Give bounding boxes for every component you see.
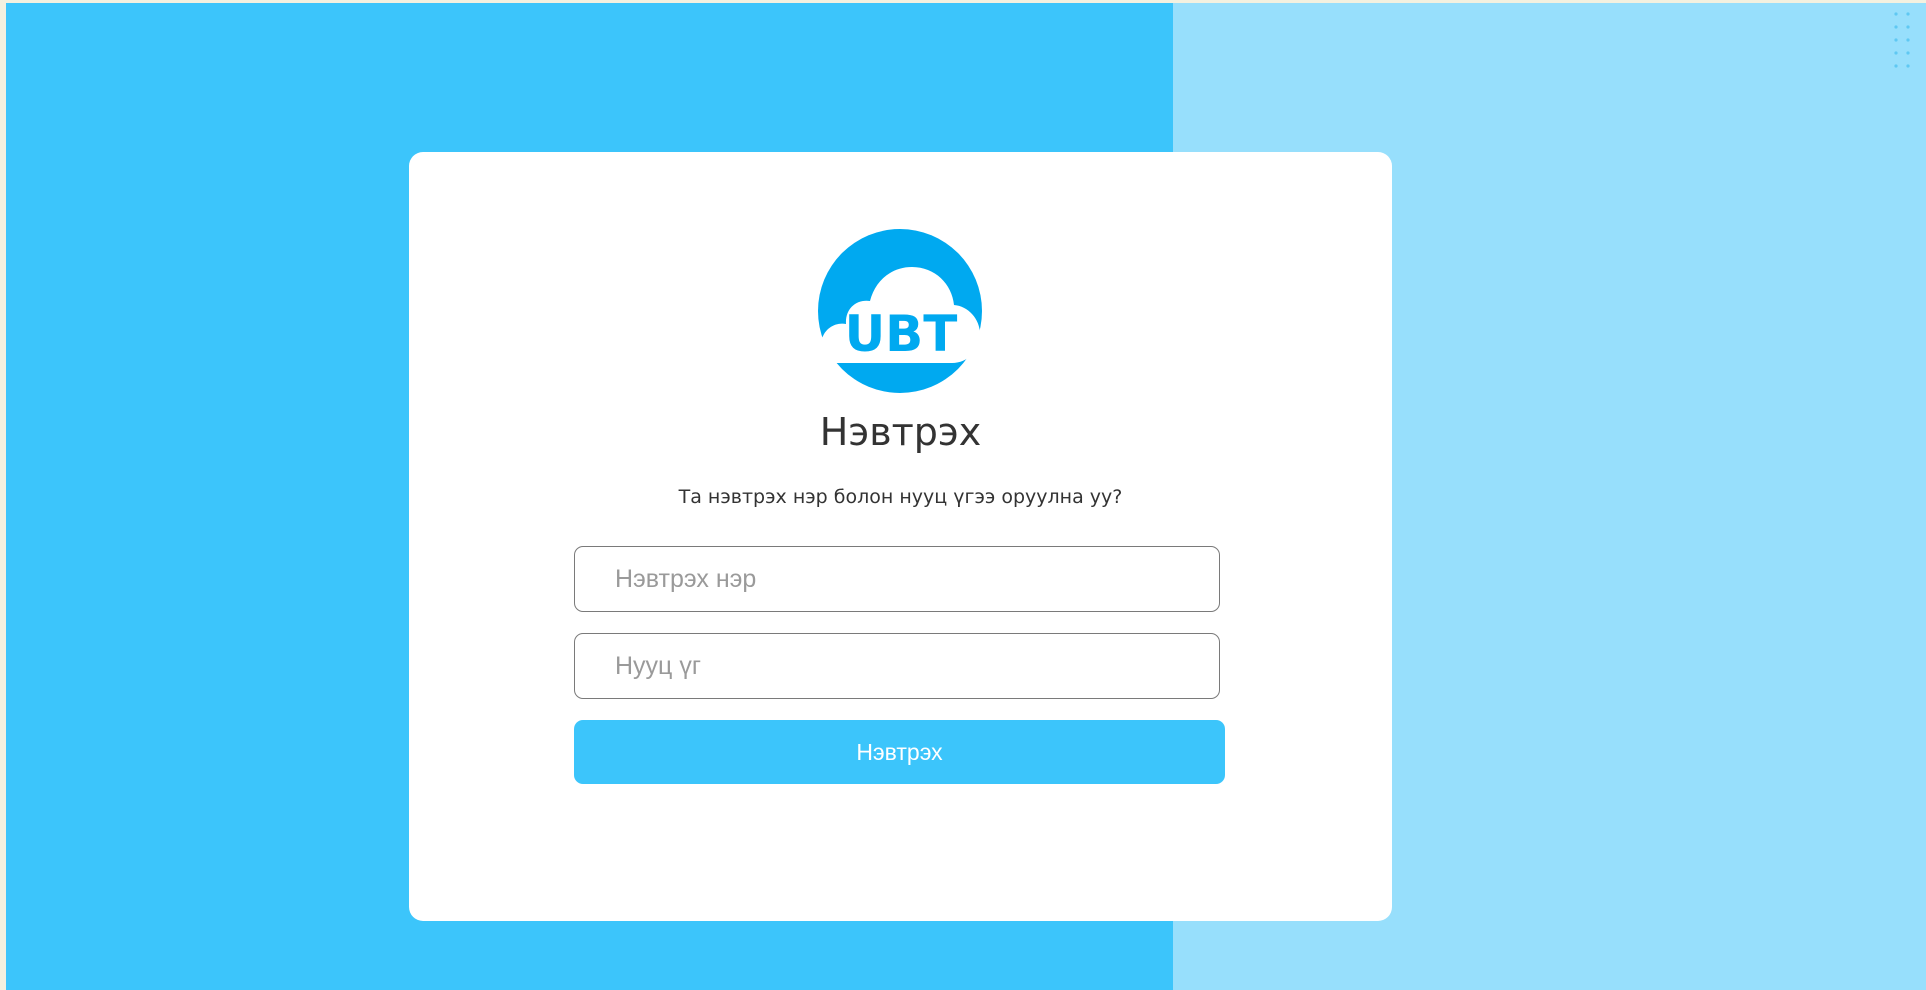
password-input[interactable]: [574, 633, 1220, 699]
page-title: Нэвтрэх: [819, 410, 982, 454]
login-card: UBT Нэвтрэх Та нэвтрэх нэр болон нууц үг…: [409, 152, 1392, 921]
login-page: UBT Нэвтрэх Та нэвтрэх нэр болон нууц үг…: [0, 0, 1926, 990]
login-instructions: Та нэвтрэх нэр болон нууц үгээ оруулна у…: [678, 486, 1123, 508]
dots-decoration-icon: [1894, 12, 1910, 68]
username-input[interactable]: [574, 546, 1220, 612]
cloud-logo-icon: UBT: [818, 229, 982, 393]
login-button[interactable]: Нэвтрэх: [574, 720, 1225, 784]
logo-text: UBT: [845, 305, 958, 363]
